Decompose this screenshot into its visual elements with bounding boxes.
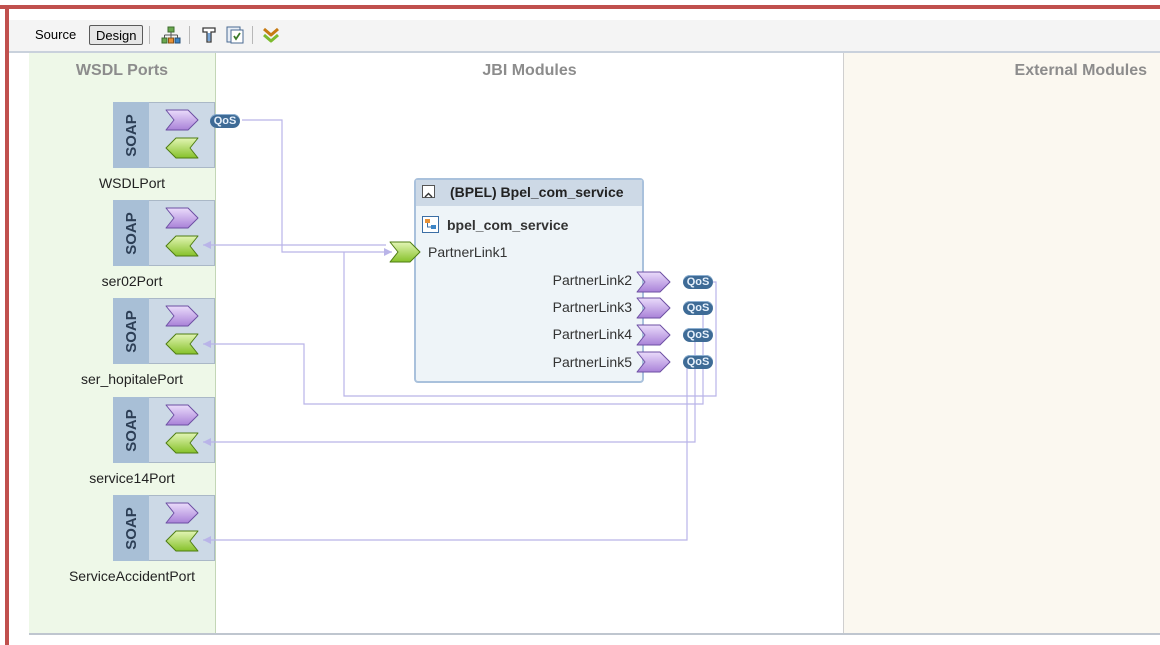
qos-badge[interactable]: QoS <box>683 301 713 315</box>
soap-port-wsdlport[interactable]: SOAP <box>113 102 215 168</box>
port-name-label: ServiceAccidentPort <box>68 568 196 584</box>
external-modules-header: External Modules <box>1014 62 1147 79</box>
soap-binding-label: SOAP <box>113 397 149 463</box>
qos-badge[interactable]: QoS <box>210 114 240 128</box>
port-name-label: WSDLPort <box>98 175 166 191</box>
canvas-bottom-border <box>29 633 1160 635</box>
test-icon[interactable] <box>225 25 245 45</box>
qos-badge[interactable]: QoS <box>683 328 713 342</box>
toolbar-separator <box>189 26 190 44</box>
partner-link-label: PartnerLink3 <box>552 299 632 315</box>
soap-port-serviceaccidentport[interactable]: SOAP <box>113 495 215 561</box>
partner-link-label: PartnerLink2 <box>552 272 632 288</box>
source-tab[interactable]: Source <box>29 25 82 45</box>
jbi-modules-header: JBI Modules <box>482 62 577 79</box>
bpel-process-name: bpel_com_service <box>447 217 569 233</box>
deploy-icon[interactable] <box>161 25 181 45</box>
qos-badge[interactable]: QoS <box>683 355 713 369</box>
design-tab[interactable]: Design <box>89 25 144 45</box>
soap-binding-label: SOAP <box>113 102 149 168</box>
wsdl-ports-header: WSDL Ports <box>75 62 169 79</box>
port-name-label: ser02Port <box>101 273 163 289</box>
soap-binding-label: SOAP <box>113 495 149 561</box>
soap-port-ser-hopitaleport[interactable]: SOAP <box>113 298 215 364</box>
toolbar-separator <box>252 26 253 44</box>
editor-toolbar: Source Design <box>9 20 1160 53</box>
soap-port-ser02port[interactable]: SOAP <box>113 200 215 266</box>
external-modules-column <box>844 53 1160 633</box>
toolbar-separator <box>149 26 150 44</box>
bpel-process-icon <box>422 216 439 233</box>
soap-port-service14port[interactable]: SOAP <box>113 397 215 463</box>
port-name-label: ser_hopitalePort <box>81 371 183 387</box>
bpel-module-title: (BPEL) Bpel_com_service <box>450 184 624 200</box>
frame-border-top <box>0 5 1160 9</box>
soap-binding-label: SOAP <box>113 298 149 364</box>
port-name-label: service14Port <box>89 470 175 486</box>
expand-icon[interactable] <box>261 25 281 45</box>
partner-link-label: PartnerLink1 <box>428 244 508 260</box>
frame-border-left <box>5 5 9 645</box>
build-icon[interactable] <box>199 25 219 45</box>
bpel-module-box[interactable]: (BPEL) Bpel_com_service bpel_com_service… <box>414 178 644 383</box>
partner-link-label: PartnerLink5 <box>552 354 632 370</box>
qos-badge[interactable]: QoS <box>683 275 713 289</box>
soap-binding-label: SOAP <box>113 200 149 266</box>
partner-link-label: PartnerLink4 <box>552 326 632 342</box>
collapse-icon[interactable] <box>422 185 435 198</box>
